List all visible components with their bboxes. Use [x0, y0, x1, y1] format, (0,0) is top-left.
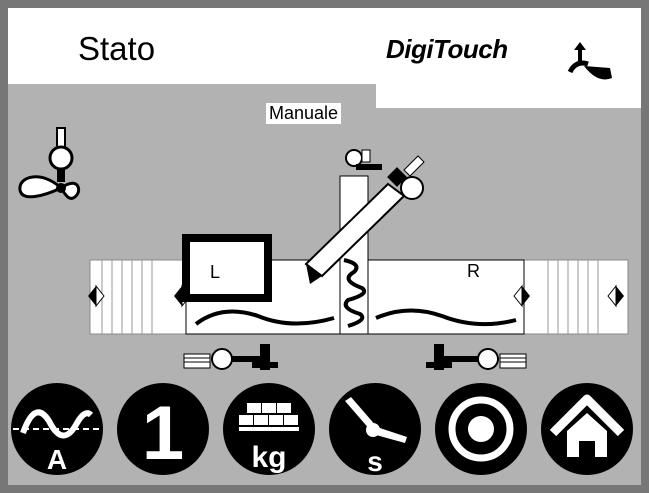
screen: Stato DigiTouch Manuale L R A 1 kg s	[0, 0, 649, 493]
svg-text:s: s	[367, 446, 383, 477]
home-button[interactable]	[539, 381, 635, 477]
weight-bricks-icon: kg	[223, 383, 315, 475]
brand-logo-text: DigiTouch	[386, 34, 508, 64]
program-one-button[interactable]: 1	[115, 381, 211, 477]
left-slats	[89, 259, 187, 335]
number-one-icon: 1	[117, 383, 209, 476]
brand-swoosh-icon	[567, 42, 612, 80]
fan-icon	[18, 127, 81, 200]
right-side-label[interactable]: R	[467, 261, 480, 282]
right-load-cell	[426, 344, 527, 370]
weight-button[interactable]: kg	[221, 381, 317, 477]
display-frame: Stato DigiTouch Manuale L R A 1 kg s	[8, 8, 641, 485]
svg-text:A: A	[47, 444, 67, 475]
home-icon	[541, 383, 633, 475]
left-load-cell	[183, 344, 278, 370]
target-button[interactable]	[433, 381, 529, 477]
left-side-label[interactable]: L	[210, 262, 220, 283]
timer-button[interactable]: s	[327, 381, 423, 477]
page-title: Stato	[78, 30, 156, 67]
calibration-button[interactable]: A	[9, 381, 105, 477]
sine-wave-icon: A	[11, 383, 103, 475]
brand-area: DigiTouch	[376, 8, 641, 108]
clock-hand-icon: s	[329, 383, 421, 477]
svg-text:1: 1	[142, 391, 184, 476]
left-selection-box[interactable]	[182, 234, 272, 302]
machine-diagram	[88, 149, 629, 370]
svg-text:kg: kg	[251, 441, 286, 474]
mode-label: Manuale	[266, 103, 342, 124]
header-title-area: Stato	[8, 8, 376, 84]
target-icon	[435, 383, 527, 475]
